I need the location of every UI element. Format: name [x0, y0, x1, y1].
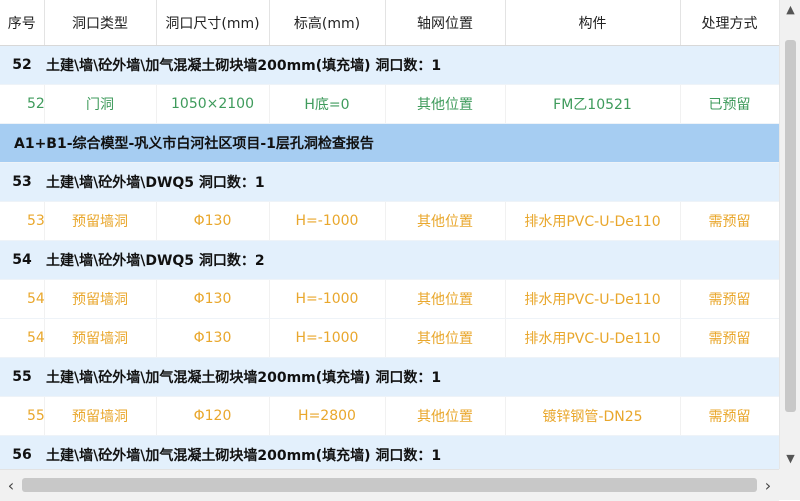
cell-elevation: H=-1000 — [269, 201, 386, 241]
group-title: 土建\墙\砼外墙\加气混凝土砌块墙200mm(填充墙) 洞口数：1 — [44, 45, 779, 85]
table-row[interactable]: 54.2预留墙洞Φ130H=-1000其他位置排水用PVC-U-De110需预留 — [0, 318, 779, 358]
scrollbar-corner — [779, 469, 800, 500]
group-title: 土建\墙\砼外墙\DWQ5 洞口数：1 — [44, 162, 779, 202]
cell-grid-position: 其他位置 — [385, 84, 506, 124]
group-index: 56 — [0, 435, 44, 469]
group-row[interactable]: 56 土建\墙\砼外墙\加气混凝土砌块墙200mm(填充墙) 洞口数：1 — [0, 435, 779, 469]
cell-hole-size: Φ120 — [156, 396, 270, 436]
cell-component: 排水用PVC-U-De110 — [505, 318, 681, 358]
group-title: 土建\墙\砼外墙\DWQ5 洞口数：2 — [44, 240, 779, 280]
horizontal-scroll-thumb[interactable] — [22, 478, 757, 492]
cell-hole-type: 门洞 — [44, 84, 157, 124]
scroll-left-icon[interactable]: ‹ — [0, 470, 22, 501]
cell-component: 排水用PVC-U-De110 — [505, 201, 681, 241]
report-table-viewport: 序号 洞口类型 洞口尺寸(mm) 标高(mm) 轴网位置 构件 处理方式 52 土… — [0, 0, 779, 469]
header-hole-size[interactable]: 洞口尺寸(mm) — [156, 0, 270, 46]
cell-elevation: H=-1000 — [269, 279, 386, 319]
cell-hole-size: Φ130 — [156, 201, 270, 241]
cell-treatment: 需预留 — [680, 279, 779, 319]
cell-hole-type: 预留墙洞 — [44, 279, 157, 319]
scroll-down-icon[interactable]: ▼ — [780, 449, 800, 469]
table-row[interactable]: 52.1门洞1050×2100H底=0其他位置FM乙10521已预留 — [0, 84, 779, 124]
cell-component: FM乙10521 — [505, 84, 681, 124]
vertical-scroll-thumb[interactable] — [785, 40, 796, 412]
table-row[interactable]: 54.1预留墙洞Φ130H=-1000其他位置排水用PVC-U-De110需预留 — [0, 279, 779, 319]
cell-grid-position: 其他位置 — [385, 318, 506, 358]
horizontal-scrollbar[interactable]: ‹ › — [0, 469, 779, 501]
group-index: 53 — [0, 162, 44, 202]
cell-component: 排水用PVC-U-De110 — [505, 279, 681, 319]
cell-treatment: 需预留 — [680, 396, 779, 436]
cell-elevation: H=-1000 — [269, 318, 386, 358]
header-grid-position[interactable]: 轴网位置 — [385, 0, 506, 46]
table-header-row: 序号 洞口类型 洞口尺寸(mm) 标高(mm) 轴网位置 构件 处理方式 — [0, 0, 779, 46]
table-row[interactable]: 53.1预留墙洞Φ130H=-1000其他位置排水用PVC-U-De110需预留 — [0, 201, 779, 241]
header-elevation[interactable]: 标高(mm) — [269, 0, 386, 46]
scroll-up-icon[interactable]: ▲ — [780, 0, 800, 20]
vertical-scrollbar[interactable]: ▲ ▼ — [779, 0, 800, 469]
cell-grid-position: 其他位置 — [385, 279, 506, 319]
cell-grid-position: 其他位置 — [385, 396, 506, 436]
group-index: 55 — [0, 357, 44, 397]
cell-hole-size: Φ130 — [156, 318, 270, 358]
header-treatment[interactable]: 处理方式 — [680, 0, 779, 46]
cell-treatment: 需预留 — [680, 201, 779, 241]
report-header-row[interactable]: A1+B1-综合模型-巩义市白河社区项目-1层孔洞检查报告 — [0, 123, 779, 163]
table-row[interactable]: 55.1预留墙洞Φ120H=2800其他位置镀锌钢管-DN25需预留 — [0, 396, 779, 436]
cell-index: 54.2 — [0, 318, 45, 358]
cell-treatment: 已预留 — [680, 84, 779, 124]
group-index: 52 — [0, 45, 44, 85]
group-row[interactable]: 52 土建\墙\砼外墙\加气混凝土砌块墙200mm(填充墙) 洞口数：1 — [0, 45, 779, 85]
cell-hole-size: Φ130 — [156, 279, 270, 319]
cell-index: 55.1 — [0, 396, 45, 436]
cell-index: 52.1 — [0, 84, 45, 124]
report-title: A1+B1-综合模型-巩义市白河社区项目-1层孔洞检查报告 — [0, 123, 779, 163]
group-row[interactable]: 53 土建\墙\砼外墙\DWQ5 洞口数：1 — [0, 162, 779, 202]
group-title: 土建\墙\砼外墙\加气混凝土砌块墙200mm(填充墙) 洞口数：1 — [44, 435, 779, 469]
group-row[interactable]: 55 土建\墙\砼外墙\加气混凝土砌块墙200mm(填充墙) 洞口数：1 — [0, 357, 779, 397]
scroll-right-icon[interactable]: › — [757, 470, 779, 501]
cell-treatment: 需预留 — [680, 318, 779, 358]
cell-grid-position: 其他位置 — [385, 201, 506, 241]
hole-check-table: 序号 洞口类型 洞口尺寸(mm) 标高(mm) 轴网位置 构件 处理方式 52 土… — [0, 0, 779, 469]
cell-hole-type: 预留墙洞 — [44, 201, 157, 241]
table-body: 52土建\墙\砼外墙\加气混凝土砌块墙200mm(填充墙) 洞口数：152.1门… — [0, 45, 779, 469]
cell-hole-size: 1050×2100 — [156, 84, 270, 124]
group-index: 54 — [0, 240, 44, 280]
cell-index: 53.1 — [0, 201, 45, 241]
header-index[interactable]: 序号 — [0, 0, 45, 46]
group-row[interactable]: 54 土建\墙\砼外墙\DWQ5 洞口数：2 — [0, 240, 779, 280]
cell-elevation: H底=0 — [269, 84, 386, 124]
group-title: 土建\墙\砼外墙\加气混凝土砌块墙200mm(填充墙) 洞口数：1 — [44, 357, 779, 397]
cell-elevation: H=2800 — [269, 396, 386, 436]
header-hole-type[interactable]: 洞口类型 — [44, 0, 157, 46]
cell-index: 54.1 — [0, 279, 45, 319]
cell-hole-type: 预留墙洞 — [44, 318, 157, 358]
cell-hole-type: 预留墙洞 — [44, 396, 157, 436]
cell-component: 镀锌钢管-DN25 — [505, 396, 681, 436]
header-component[interactable]: 构件 — [505, 0, 681, 46]
